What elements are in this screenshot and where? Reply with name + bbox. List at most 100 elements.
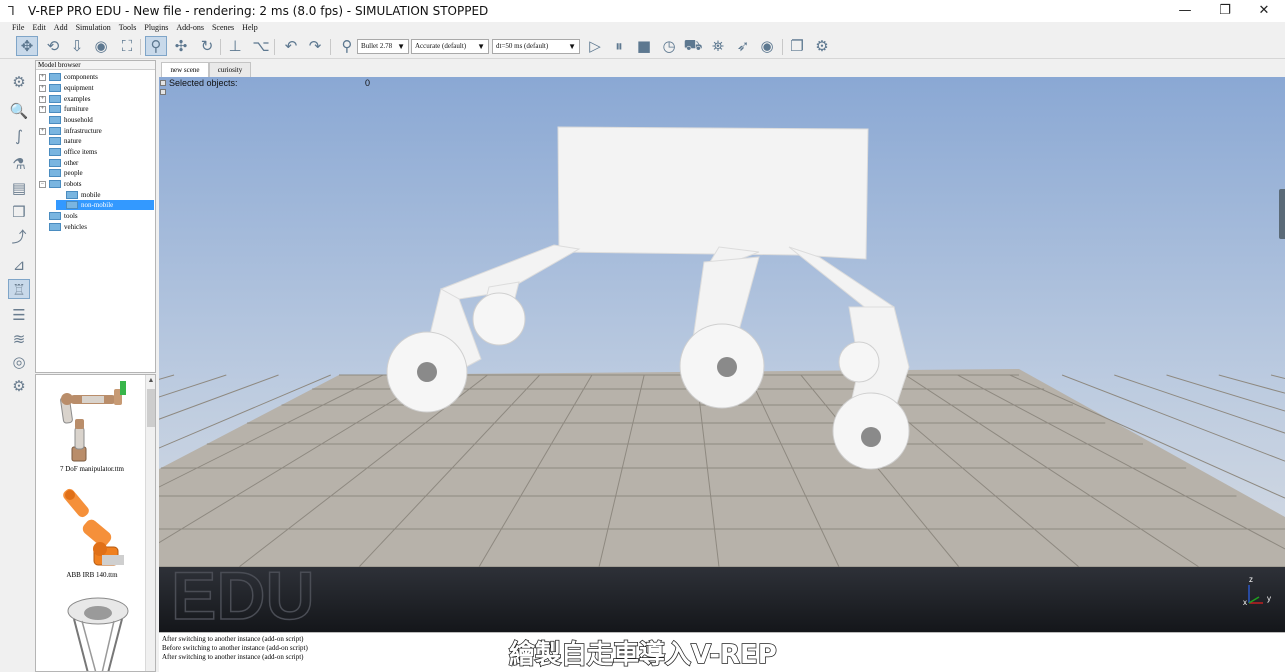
tab-new-scene[interactable]: new scene	[161, 62, 209, 77]
menu-bar: File Edit Add Simulation Tools Plugins A…	[0, 22, 1285, 33]
expand-icon[interactable]: +	[39, 73, 46, 81]
model-thumb-delta[interactable]	[42, 591, 142, 671]
timestep-value: dt=50 ms (default)	[496, 42, 549, 50]
scene-tabs: new scene curiosity	[159, 60, 1285, 77]
chevron-down-icon: ▼	[397, 42, 405, 51]
timestep-select[interactable]: dt=50 ms (default) ▼	[492, 39, 580, 54]
play-icon[interactable]: ▷	[584, 36, 606, 56]
thumbnail-scrollbar[interactable]: ▲	[145, 375, 155, 671]
scene-viewport[interactable]: EDU z x y Selected objects: 0	[159, 77, 1285, 632]
search-icon[interactable]: 🔍	[8, 101, 30, 121]
axis-x-label: x	[1243, 598, 1247, 607]
path-edit-icon[interactable]: ⤴	[8, 227, 30, 247]
user-settings-icon[interactable]: ⚙	[8, 376, 30, 396]
selection-toggle-icon[interactable]	[160, 80, 166, 86]
object-shift-icon[interactable]: ✣	[170, 36, 192, 56]
model-thumb-7dof[interactable]: 7 DoF manipulator.ttm	[42, 377, 142, 477]
collision-icon[interactable]: ⚗	[8, 154, 30, 174]
menu-file[interactable]: File	[12, 22, 24, 33]
folder-icon	[49, 212, 61, 220]
tree-item-vehicles[interactable]: vehicles	[39, 222, 87, 232]
assemble-icon[interactable]: ⊥	[224, 36, 246, 56]
tree-item-components[interactable]: + components	[39, 72, 98, 82]
layers-icon[interactable]: ⚙	[811, 36, 833, 56]
tab-curiosity[interactable]: curiosity	[209, 62, 251, 77]
script-icon[interactable]: ▤	[8, 178, 30, 198]
menu-help[interactable]: Help	[242, 22, 258, 33]
graph-icon[interactable]: ∫	[8, 126, 30, 146]
shape-edit-icon[interactable]: ❒	[8, 202, 30, 222]
scroll-thumb[interactable]	[147, 389, 155, 427]
tree-item-examples[interactable]: + examples	[39, 94, 90, 104]
object-rotate-icon[interactable]: ↻	[196, 36, 218, 56]
realtime-icon[interactable]: ◷	[658, 36, 680, 56]
camera-rotate-icon[interactable]: ⟲	[42, 36, 64, 56]
scene-selector-icon[interactable]: ❐	[786, 36, 808, 56]
undo-icon[interactable]: ↶	[280, 36, 302, 56]
menu-tools[interactable]: Tools	[119, 22, 137, 33]
menu-add[interactable]: Add	[54, 22, 68, 33]
physics-engine-select[interactable]: Bullet 2.78 ▼	[357, 39, 409, 54]
scroll-up-icon[interactable]: ▲	[146, 375, 155, 387]
stop-icon[interactable]: ■	[633, 36, 655, 56]
maximize-button[interactable]: ❐	[1205, 0, 1245, 22]
tree-item-office-items[interactable]: office items	[39, 147, 97, 157]
dynamics-icon[interactable]: ⚲	[336, 36, 358, 56]
fit-to-view-icon[interactable]: ⛶	[116, 36, 138, 56]
tree-item-robots[interactable]: − robots	[39, 179, 82, 189]
minimize-button[interactable]: —	[1165, 0, 1205, 22]
expand-icon[interactable]: +	[39, 95, 46, 103]
chevron-down-icon: ▼	[477, 42, 485, 51]
model-thumbnail-list: 7 DoF manipulator.ttm ABB IRB 140.ttm ▲	[35, 374, 156, 672]
video-recorder-icon[interactable]: ◎	[8, 352, 30, 372]
folder-icon	[49, 73, 61, 81]
camera-shift-icon[interactable]: ⇩	[66, 36, 88, 56]
scene-properties-icon[interactable]: ⚙	[8, 72, 30, 92]
tree-item-household[interactable]: household	[39, 115, 93, 125]
tree-item-people[interactable]: people	[39, 168, 83, 178]
accuracy-select[interactable]: Accurate (default) ▼	[411, 39, 489, 54]
folder-icon	[49, 95, 61, 103]
accuracy-value: Accurate (default)	[415, 42, 467, 50]
click-selection-icon[interactable]: ⚲	[145, 36, 167, 56]
side-panel-handle[interactable]	[1279, 189, 1285, 239]
title-bar: ⅂ V-REP PRO EDU - New file - rendering: …	[0, 0, 1285, 22]
camera-pan-icon[interactable]: ✥	[16, 36, 38, 56]
tree-item-other[interactable]: other	[39, 158, 78, 168]
collapse-icon[interactable]: −	[39, 180, 46, 188]
menu-plugins[interactable]: Plugins	[144, 22, 168, 33]
menu-scenes[interactable]: Scenes	[212, 22, 234, 33]
camera-angle-icon[interactable]: ◉	[90, 36, 112, 56]
tree-item-non-mobile[interactable]: non-mobile	[56, 200, 154, 210]
expand-icon[interactable]: +	[39, 127, 46, 135]
model-browser-toggle-icon[interactable]: ♖	[8, 279, 30, 299]
model-thumb-abb-irb140[interactable]: ABB IRB 140.ttm	[42, 485, 142, 585]
redo-icon[interactable]: ↷	[304, 36, 326, 56]
model-browser: Model browser + components + equipment + ex…	[35, 60, 156, 373]
tree-item-furniture[interactable]: + furniture	[39, 104, 89, 114]
expand-icon[interactable]: +	[39, 105, 46, 113]
tree-item-nature[interactable]: nature	[39, 136, 82, 146]
scene-render: EDU z x y	[159, 77, 1285, 632]
menu-simulation[interactable]: Simulation	[76, 22, 111, 33]
tree-item-equipment[interactable]: + equipment	[39, 83, 94, 93]
slow-down-icon[interactable]: ⛟	[682, 36, 704, 56]
visualization-icon[interactable]: ◉	[756, 36, 778, 56]
thread-rendering-icon[interactable]: ➶	[732, 36, 754, 56]
expand-icon[interactable]: +	[39, 84, 46, 92]
close-button[interactable]: ✕	[1244, 0, 1284, 22]
model-browser-header: Model browser	[36, 61, 155, 70]
layers-icon[interactable]: ≋	[8, 329, 30, 349]
info-toggle-icon[interactable]	[160, 89, 166, 95]
window-title: V-REP PRO EDU - New file - rendering: 2 …	[28, 4, 489, 18]
tree-item-tools[interactable]: tools	[39, 211, 78, 221]
selection-icon[interactable]: ⊿	[8, 255, 30, 275]
menu-edit[interactable]: Edit	[32, 22, 45, 33]
pause-icon[interactable]: ⏸	[608, 36, 630, 56]
speed-up-icon[interactable]: ⛯	[707, 36, 729, 56]
tree-item-mobile[interactable]: mobile	[56, 190, 100, 200]
transfer-dna-icon[interactable]: ⌥	[250, 36, 272, 56]
scene-hierarchy-icon[interactable]: ☰	[8, 305, 30, 325]
menu-addons[interactable]: Add-ons	[176, 22, 204, 33]
tree-item-infrastructure[interactable]: + infrastructure	[39, 126, 102, 136]
